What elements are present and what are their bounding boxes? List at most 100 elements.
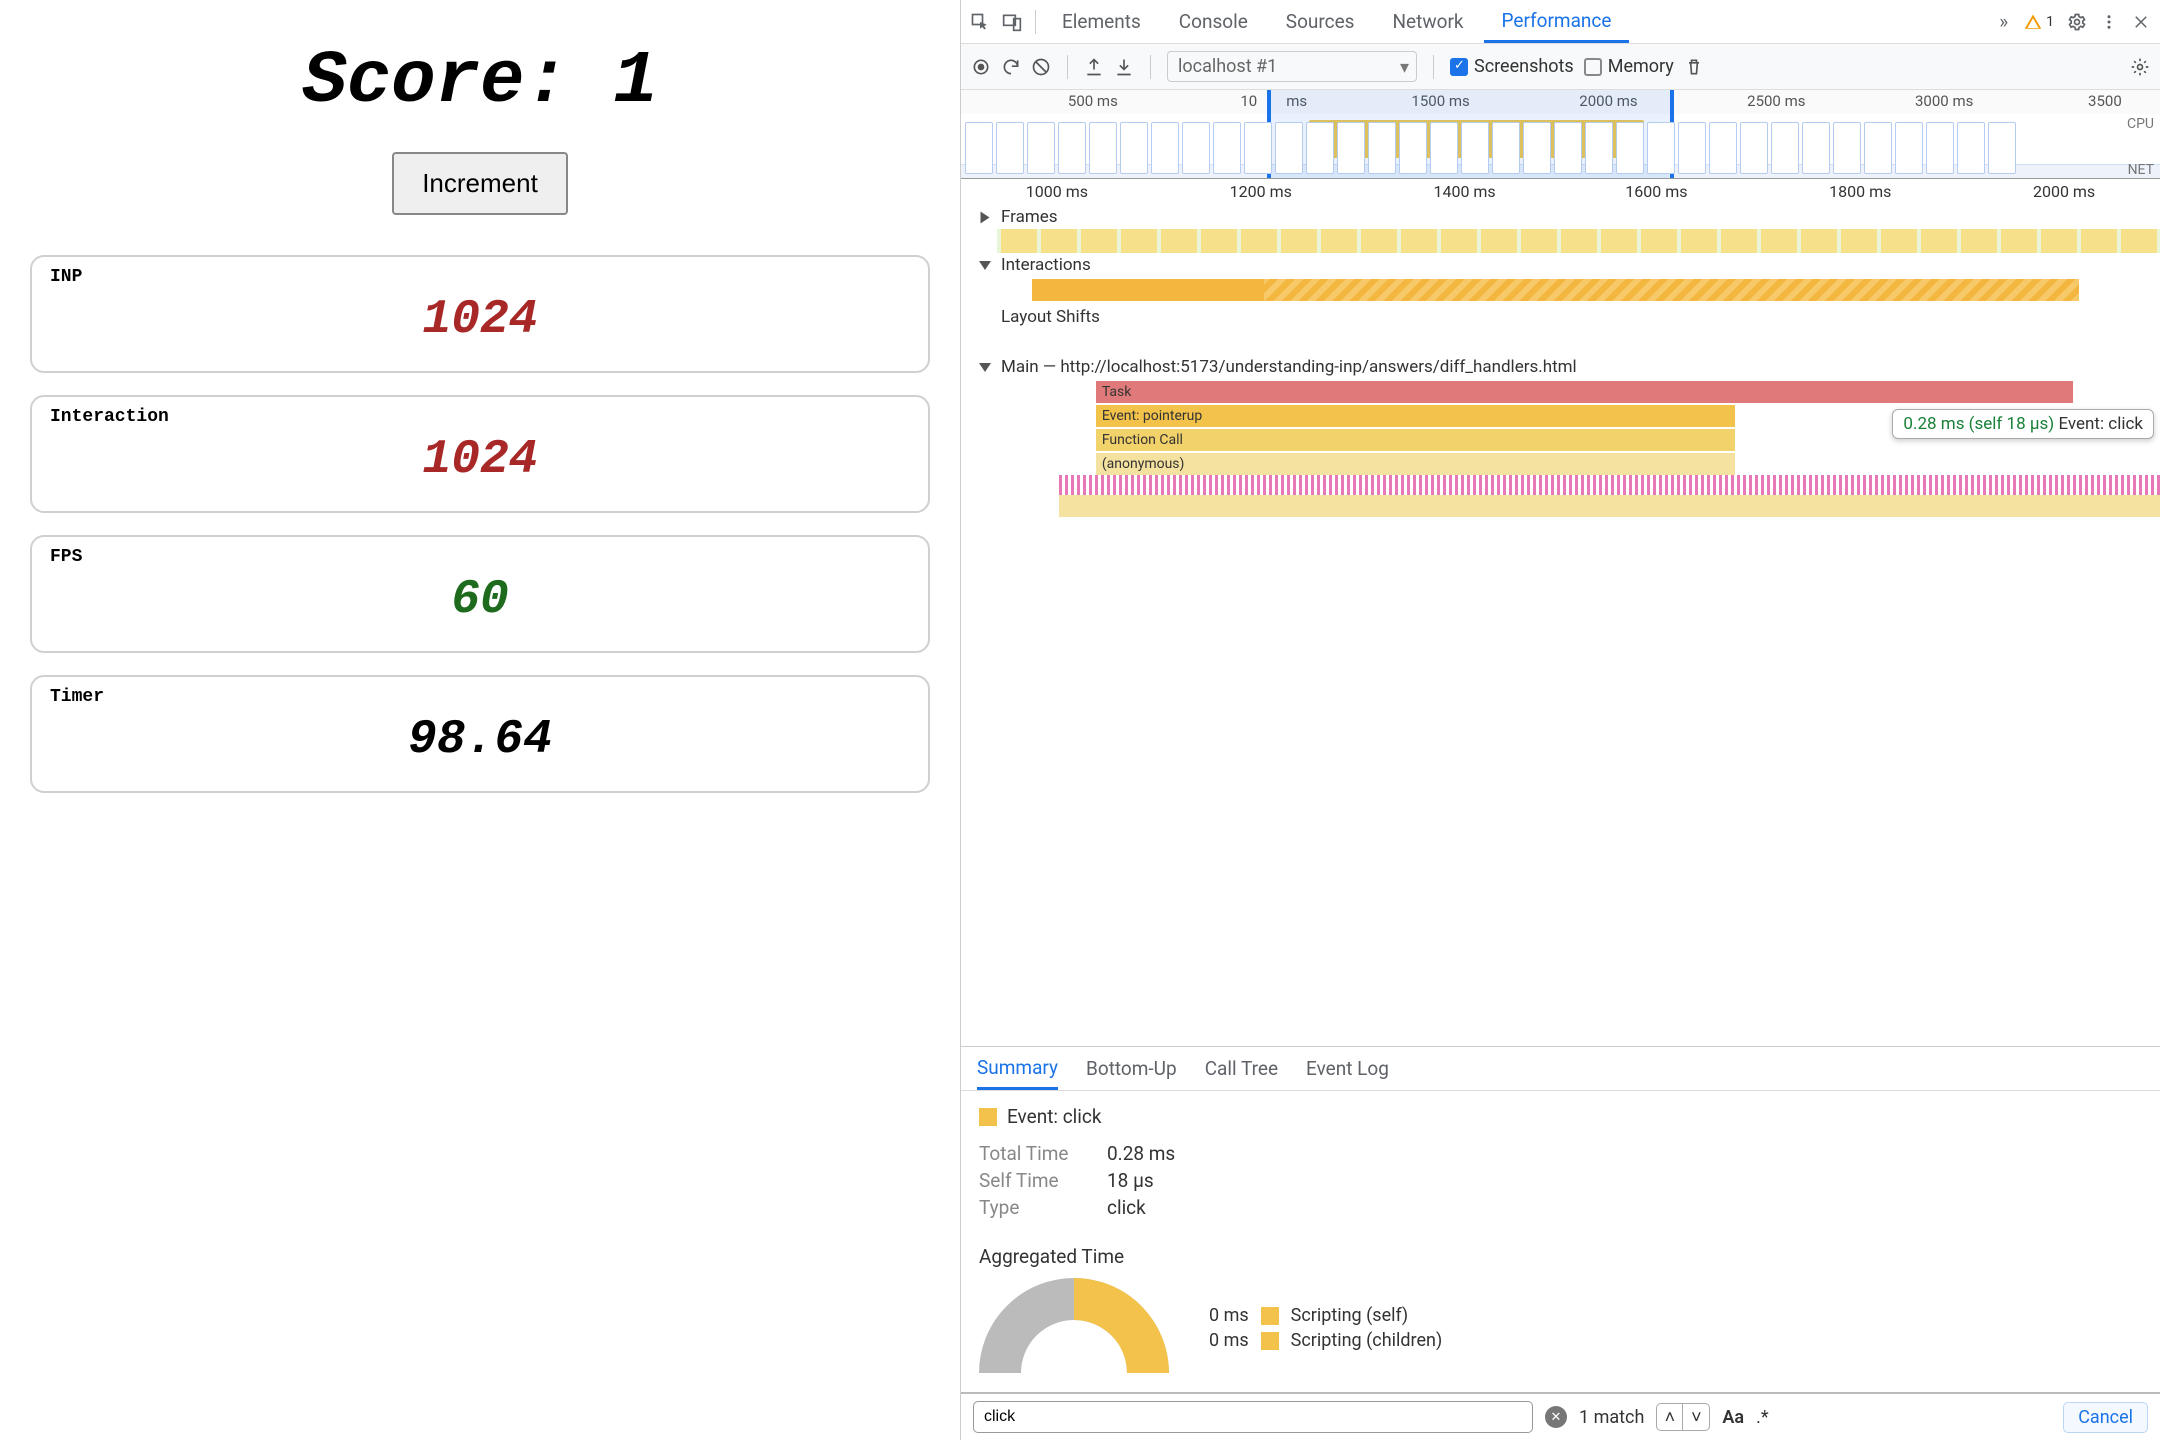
reload-record-icon[interactable]	[1001, 57, 1021, 77]
cancel-button[interactable]: Cancel	[2063, 1402, 2148, 1433]
disclosure-triangle-icon	[981, 211, 990, 223]
next-match-icon[interactable]: ˅	[1683, 1404, 1709, 1430]
score-label: Score:	[302, 40, 613, 124]
divider	[1035, 10, 1036, 34]
type-label: Type	[979, 1196, 1089, 1219]
warning-count: 1	[2046, 14, 2054, 30]
more-tabs[interactable]: »	[1991, 0, 2016, 43]
clear-search-icon[interactable]: ✕	[1545, 1406, 1567, 1428]
main-thread-header[interactable]: Main — http://localhost:5173/understandi…	[961, 355, 2160, 379]
tab-performance[interactable]: Performance	[1484, 0, 1630, 43]
tab-call-tree[interactable]: Call Tree	[1205, 1047, 1278, 1090]
metric-value: 98.64	[50, 713, 910, 767]
tooltip-event: Event: click	[2058, 414, 2143, 434]
close-icon[interactable]	[2126, 7, 2156, 37]
color-swatch	[1261, 1332, 1279, 1350]
flame-task[interactable]: Task	[1096, 381, 2073, 403]
garbage-collect-icon[interactable]	[1684, 57, 1704, 77]
layout-shifts-header[interactable]: Layout Shifts	[961, 305, 2160, 329]
metric-label: Timer	[50, 687, 910, 707]
self-time-label: Self Time	[979, 1169, 1089, 1192]
metric-card-fps: FPS 60	[30, 535, 930, 653]
tab-summary[interactable]: Summary	[977, 1047, 1058, 1090]
legend-ms: 0 ms	[1209, 1305, 1249, 1326]
increment-button[interactable]: Increment	[392, 152, 568, 215]
search-bar: ✕ 1 match ˄ ˅ Aa .* Cancel	[961, 1392, 2160, 1440]
color-swatch	[1261, 1307, 1279, 1325]
donut-chart	[979, 1278, 1169, 1378]
metric-label: Interaction	[50, 407, 910, 427]
metric-label: FPS	[50, 547, 910, 567]
tab-bottom-up[interactable]: Bottom-Up	[1086, 1047, 1177, 1090]
recording-select[interactable]: localhost #1 ▾	[1167, 51, 1417, 82]
inspect-icon[interactable]	[965, 7, 995, 37]
legend-ms: 0 ms	[1209, 1330, 1249, 1351]
total-time-value: 0.28 ms	[1107, 1142, 1175, 1165]
devtools-panel: Elements Console Sources Network Perform…	[960, 0, 2160, 1440]
match-count: 1 match	[1579, 1407, 1644, 1428]
score-heading: Score: 1	[30, 40, 930, 124]
overview-thumbnails	[961, 118, 2160, 178]
metric-label: INP	[50, 267, 910, 287]
memory-toggle[interactable]: Memory	[1584, 56, 1674, 77]
flame-chart[interactable]: 1000 ms 1200 ms 1400 ms 1600 ms 1800 ms …	[961, 179, 2160, 1047]
interactions-track: Interactions Pointer	[961, 253, 2160, 305]
tab-network[interactable]: Network	[1374, 0, 1481, 43]
screenshots-toggle[interactable]: Screenshots	[1450, 56, 1574, 77]
record-icon[interactable]	[971, 57, 991, 77]
flame-function-call[interactable]: Function Call	[1096, 429, 1736, 451]
overview-timeline[interactable]: 500 ms 10 ms 1500 ms 2000 ms 2500 ms 300…	[961, 90, 2160, 179]
frames-header[interactable]: Frames	[961, 205, 2160, 229]
performance-toolbar: localhost #1 ▾ Screenshots Memory	[961, 44, 2160, 90]
aggregated-time: Aggregated Time 0 ms Scripting (self) 0 m…	[979, 1245, 2142, 1378]
metric-card-interaction: Interaction 1024	[30, 395, 930, 513]
clear-icon[interactable]	[1031, 57, 1051, 77]
match-stepper[interactable]: ˄ ˅	[1656, 1403, 1710, 1431]
flame-sub-tasks	[1059, 495, 2160, 517]
flame-ruler: 1000 ms 1200 ms 1400 ms 1600 ms 1800 ms …	[961, 179, 2160, 205]
case-sensitive-toggle[interactable]: Aa	[1722, 1407, 1744, 1428]
search-input[interactable]	[973, 1401, 1533, 1433]
device-toolbar-icon[interactable]	[997, 7, 1027, 37]
layout-shifts-track: Layout Shifts	[961, 305, 2160, 355]
tab-sources[interactable]: Sources	[1268, 0, 1373, 43]
self-time-value: 18 µs	[1107, 1169, 1154, 1192]
upload-icon[interactable]	[1084, 57, 1104, 77]
score-value: 1	[613, 40, 657, 124]
tab-elements[interactable]: Elements	[1044, 0, 1159, 43]
screenshots-label: Screenshots	[1474, 56, 1574, 77]
memory-label: Memory	[1608, 56, 1674, 77]
flame-event-pointerup[interactable]: Event: pointerup	[1096, 405, 1736, 427]
download-icon[interactable]	[1114, 57, 1134, 77]
tab-event-log[interactable]: Event Log	[1306, 1047, 1389, 1090]
settings-icon[interactable]	[2062, 7, 2092, 37]
tab-console[interactable]: Console	[1161, 0, 1266, 43]
legend-label: Scripting (self)	[1291, 1305, 1409, 1326]
chevron-down-icon: ▾	[1400, 57, 1409, 78]
capture-settings-icon[interactable]	[2130, 57, 2150, 77]
checkbox-icon	[1450, 58, 1468, 76]
frames-track: Frames	[961, 205, 2160, 253]
flame-anonymous[interactable]: (anonymous)	[1096, 453, 1736, 475]
kebab-menu-icon[interactable]	[2094, 7, 2124, 37]
devtools-tabbar: Elements Console Sources Network Perform…	[961, 0, 2160, 44]
tooltip-time: 0.28 ms (self 18 µs)	[1903, 414, 2054, 434]
metric-value: 1024	[50, 433, 910, 487]
metric-value: 60	[50, 573, 910, 627]
metric-card-timer: Timer 98.64	[30, 675, 930, 793]
interactions-header[interactable]: Interactions	[961, 253, 2160, 277]
warning-badge[interactable]: 1	[2018, 13, 2060, 31]
summary-panel: Event: click Total Time0.28 ms Self Time…	[961, 1091, 2160, 1392]
aggregated-label: Aggregated Time	[979, 1245, 2142, 1268]
disclosure-triangle-icon	[979, 261, 991, 270]
regex-toggle[interactable]: .*	[1756, 1407, 1769, 1428]
checkbox-icon	[1584, 58, 1602, 76]
detail-tabbar: Summary Bottom-Up Call Tree Event Log	[961, 1047, 2160, 1091]
legend: 0 msScripting (self) 0 msScripting (chil…	[1209, 1301, 1442, 1355]
flame-tooltip: 0.28 ms (self 18 µs) Event: click	[1892, 409, 2154, 439]
prev-match-icon[interactable]: ˄	[1657, 1404, 1683, 1430]
disclosure-triangle-icon	[979, 363, 991, 372]
divider	[1150, 55, 1151, 79]
summary-title: Event: click	[979, 1105, 2142, 1128]
color-swatch	[979, 1108, 997, 1126]
